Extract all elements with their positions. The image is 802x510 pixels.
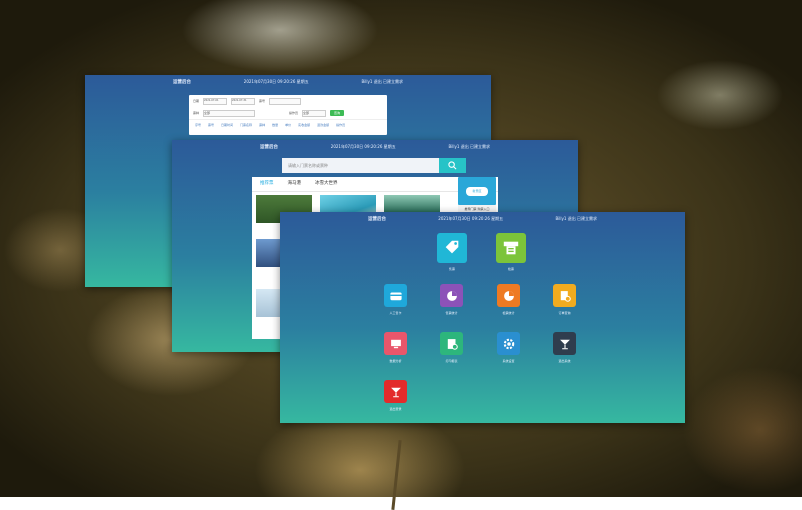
query-form: 日期 2021-07-01 2021-07-31 票号 票种 全部 操作员 全部… <box>189 95 387 135</box>
col-header: 操作员 <box>336 123 346 127</box>
form-row-1: 日期 2021-07-01 2021-07-31 票号 <box>189 95 387 107</box>
tile-label: 售票统计 <box>445 311 458 315</box>
gear-icon <box>497 332 520 355</box>
tag-icon <box>437 233 467 263</box>
app-title: 运营后台 <box>173 80 191 85</box>
col-header: 序号 <box>195 123 202 127</box>
card-icon <box>384 284 407 307</box>
label-ticket-no: 票号 <box>259 99 266 103</box>
col-header: 数量 <box>272 123 279 127</box>
ticket-machine-icon <box>496 233 526 263</box>
tile-sale-stats[interactable]: 售票统计 <box>440 284 463 315</box>
label-type: 票种 <box>193 111 200 115</box>
tile-logout[interactable]: 退出登录 <box>384 380 407 411</box>
app-title: 运营后台 <box>260 145 278 150</box>
col-header: 退款金额 <box>317 123 330 127</box>
search-input[interactable]: 请输入门票名称或票种 <box>282 158 439 173</box>
search-doc-icon <box>553 284 576 307</box>
cocktail-icon <box>553 332 576 355</box>
col-header: 单价 <box>285 123 292 127</box>
tile-sell[interactable]: 售票 <box>437 233 467 271</box>
monitor-icon <box>384 332 407 355</box>
main-menu-window[interactable]: 运营后台 2021年07月30日 09:20:26 星期五 Billy1 退出 … <box>280 212 685 423</box>
user-links[interactable]: Billy1 退出 已建立需求 <box>361 79 403 85</box>
tile-check-stats[interactable]: 检票统计 <box>497 284 520 315</box>
tile-label: 人工售卡 <box>389 311 402 315</box>
col-header: 日期时间 <box>221 123 234 127</box>
ticket-no-input[interactable] <box>269 97 302 105</box>
col-header: 实收金额 <box>298 123 311 127</box>
search-bar: 请输入门票名称或票种 <box>282 158 466 173</box>
col-header: 票种 <box>259 123 266 127</box>
user-links[interactable]: Billy1 退出 已建立需求 <box>555 216 597 222</box>
tile-label: 退出系统 <box>558 359 571 363</box>
label-operator: 操作员 <box>289 111 299 115</box>
form-row-2: 票种 全部 操作员 全部 查询 <box>189 107 387 119</box>
user-links[interactable]: Billy1 退出 已建立需求 <box>448 144 490 150</box>
tile-print[interactable]: 打印报表 <box>440 332 463 363</box>
tile-label: 数据分析 <box>389 359 402 363</box>
tile-label: 退出登录 <box>389 407 402 411</box>
pie-chart-icon <box>497 284 520 307</box>
tile-analysis[interactable]: 数据分析 <box>384 332 407 363</box>
start-date-input[interactable]: 2021-07-01 <box>203 97 228 105</box>
table-header: 序号 票号 日期时间 门票名称 票种 数量 单价 实收金额 退款金额 操作员 <box>189 119 387 130</box>
pie-chart-icon <box>440 284 463 307</box>
promo-card[interactable]: 新景区 <box>458 177 496 205</box>
tile-label: 售票 <box>448 267 455 271</box>
titlebar: 运营后台 2021年07月30日 09:20:26 星期五 Billy1 退出 … <box>172 140 578 154</box>
type-select[interactable]: 全部 <box>203 109 256 117</box>
search-button[interactable] <box>439 158 466 173</box>
titlebar: 运营后台 2021年07月30日 09:20:26 星期五 Billy1 退出 … <box>280 212 685 226</box>
tab-recommended[interactable]: 推荐票 <box>260 180 274 188</box>
tile-check[interactable]: 检票 <box>496 233 526 271</box>
app-title: 运营后台 <box>368 217 386 222</box>
datetime: 2021年07月30日 09:20:26 星期五 <box>243 79 309 84</box>
tile-label: 订单查询 <box>558 311 571 315</box>
tile-label: 检票统计 <box>502 311 515 315</box>
doc-gear-icon <box>440 332 463 355</box>
cocktail-icon <box>384 380 407 403</box>
tile-card[interactable]: 人工售卡 <box>384 284 407 315</box>
tile-settings[interactable]: 系统设置 <box>497 332 520 363</box>
titlebar: 运营后台 2021年07月30日 09:20:26 星期五 Billy1 退出 … <box>85 75 491 89</box>
datetime: 2021年07月30日 09:20:26 星期五 <box>330 144 396 149</box>
label-date: 日期 <box>193 99 200 103</box>
tile-exit-system[interactable]: 退出系统 <box>553 332 576 363</box>
tile-label: 系统设置 <box>502 359 515 363</box>
tab-haima[interactable]: 海马港 <box>288 180 302 188</box>
promo-logo: 新景区 <box>466 186 488 196</box>
tab-ice[interactable]: 冰雪大世界 <box>315 180 338 188</box>
end-date-input[interactable]: 2021-07-31 <box>231 97 256 105</box>
col-header: 票号 <box>208 123 215 127</box>
operator-select[interactable]: 全部 <box>302 109 327 117</box>
datetime: 2021年07月30日 09:20:26 星期五 <box>438 216 504 221</box>
query-button[interactable]: 查询 <box>330 110 345 116</box>
col-header: 门票名称 <box>240 123 253 127</box>
tile-label: 打印报表 <box>445 359 458 363</box>
tile-order-query[interactable]: 订单查询 <box>553 284 576 315</box>
tile-label: 检票 <box>507 267 514 271</box>
search-icon <box>448 161 457 170</box>
